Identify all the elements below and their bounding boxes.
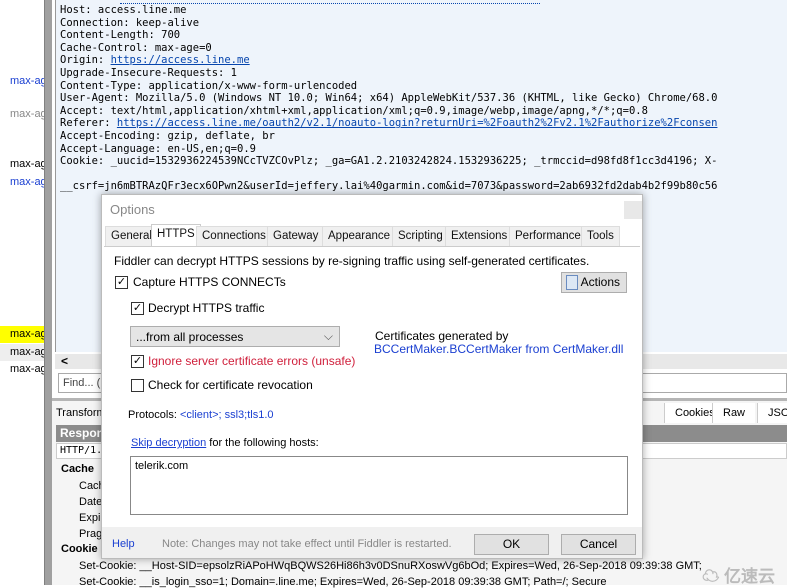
ignore-errors-label: Ignore server certificate errors (unsafe…	[148, 354, 356, 368]
cancel-button[interactable]: Cancel	[561, 534, 636, 555]
tab-appearance[interactable]: Appearance	[322, 226, 397, 246]
tab-gateway[interactable]: Gateway	[267, 226, 325, 246]
tab-https[interactable]: HTTPS	[151, 224, 201, 247]
intro-text: Fiddler can decrypt HTTPS sessions by re…	[114, 254, 590, 268]
header-line: Accept-Language: en-US,en;q=0.9	[60, 142, 256, 155]
set-cookie-key: Set-Cookie:	[79, 560, 137, 572]
header-line: Accept: text/html,application/xhtml+xml,…	[60, 104, 648, 117]
process-filter-select[interactable]: ...from all processes ⌵	[130, 326, 340, 347]
certificate-icon	[566, 275, 578, 290]
ok-button[interactable]: OK	[474, 534, 549, 555]
set-cookie-row[interactable]: Set-Cookie: __is_login_sso=1; Domain=.li…	[79, 576, 607, 588]
session-row[interactable]: max-ag	[0, 326, 46, 343]
header-line: Cache-Control: max-age=0	[60, 41, 212, 54]
tab-json[interactable]: JSO	[757, 403, 787, 423]
cert-maker-link[interactable]: BCCertMaker.BCCertMaker from CertMaker.d…	[374, 342, 623, 356]
revocation-label: Check for certificate revocation	[148, 378, 313, 392]
header-line: Host: access.line.me	[60, 4, 187, 16]
set-cookie-value: __is_login_sso=1; Domain=.line.me; Expir…	[139, 576, 607, 588]
decrypt-checkbox[interactable]: ✓	[131, 302, 144, 315]
referer-line: Referer: https://access.line.me/oauth2/v…	[60, 117, 787, 130]
capture-checkbox[interactable]: ✓	[115, 276, 128, 289]
close-button[interactable]	[624, 201, 642, 219]
set-cookie-key: Set-Cookie:	[79, 576, 137, 588]
origin-line: Origin: https://access.line.me	[60, 54, 787, 67]
origin-label: Origin:	[60, 54, 111, 67]
tree-group-cache[interactable]: Cache	[61, 463, 94, 475]
skip-decryption-link[interactable]: Skip decryption	[131, 437, 206, 449]
splitter[interactable]	[44, 0, 52, 585]
set-cookie-row[interactable]: Set-Cookie: __Host-SID=epsolzRiAPoHWqBQW…	[79, 560, 702, 572]
chevron-down-icon: ⌵	[323, 329, 333, 343]
tree-item[interactable]: Prag	[79, 528, 102, 540]
scroll-left-icon[interactable]: <	[55, 354, 68, 368]
protocols-link[interactable]: <client>; ssl3;tls1.0	[180, 409, 274, 421]
dialog-title: Options	[110, 202, 155, 217]
skip-row: Skip decryption for the following hosts:	[131, 437, 319, 449]
cert-label: Certificates generated by	[375, 329, 509, 343]
header-line: Upgrade-Insecure-Requests: 1	[60, 66, 238, 79]
tab-general[interactable]: General	[105, 226, 158, 246]
tab-extensions[interactable]: Extensions	[445, 226, 514, 246]
dialog-footer: Help Note: Changes may not take effect u…	[102, 527, 642, 558]
tree-item[interactable]: Date	[79, 496, 102, 508]
origin-link[interactable]: https://access.line.me	[111, 54, 250, 66]
options-dialog: Options General HTTPS Connections Gatewa…	[101, 194, 643, 559]
help-link[interactable]: Help	[112, 538, 135, 550]
session-row[interactable]: max-ag	[0, 361, 46, 378]
revocation-checkbox[interactable]	[131, 379, 144, 392]
session-row[interactable]: max-ag	[0, 106, 46, 123]
watermark-logo: ☁ 亿速云	[702, 567, 775, 586]
tree-item[interactable]: Expi	[79, 512, 100, 524]
header-line: User-Agent: Mozilla/5.0 (Windows NT 10.0…	[60, 92, 718, 105]
tab-scripting[interactable]: Scripting	[392, 226, 449, 246]
session-row[interactable]: max-ag	[0, 73, 46, 90]
restart-note: Note: Changes may not take effect until …	[162, 538, 452, 550]
session-list: max-ag max-ag max-ag max-ag max-ag max-ag max-…	[0, 0, 46, 585]
capture-label: Capture HTTPS CONNECTs	[133, 275, 286, 289]
header-line: Cookie: _uucid=1532936224539NCcTVZCOvPlz…	[60, 155, 718, 168]
decrypt-label: Decrypt HTTPS traffic	[148, 301, 265, 315]
ignore-errors-checkbox[interactable]: ✓	[131, 355, 144, 368]
header-line: Content-Length: 700	[60, 29, 181, 42]
set-cookie-value: __Host-SID=epsolzRiAPoHWqBQWS26Hi86h3v0D…	[139, 560, 702, 572]
referer-link[interactable]: https://access.line.me/oauth2/v2.1/noaut…	[117, 117, 718, 129]
session-row[interactable]: max-ag	[0, 344, 46, 361]
request-body: __csrf=jn6mBTRAzQFr3ecx6OPwn2&userId=jef…	[60, 179, 718, 192]
tab-performance[interactable]: Performance	[509, 226, 587, 246]
actions-button[interactable]: Actions	[561, 272, 627, 293]
referer-label: Referer:	[60, 117, 117, 130]
session-row[interactable]: max-ag	[0, 174, 46, 191]
header-line: Connection: keep-alive	[60, 16, 200, 29]
tab-connections[interactable]: Connections	[196, 226, 272, 246]
skip-hosts-textarea[interactable]: telerik.com	[130, 456, 628, 515]
session-row[interactable]: max-ag	[0, 156, 46, 173]
header-line: Accept-Encoding: gzip, deflate, br	[60, 129, 275, 142]
tab-raw[interactable]: Raw	[712, 403, 756, 423]
header-line: Content-Type: application/x-www-form-url…	[60, 79, 358, 92]
tree-group-cookies[interactable]: Cookie	[61, 543, 98, 555]
protocols-row: Protocols: <client>; ssl3;tls1.0	[128, 409, 274, 421]
tab-tools[interactable]: Tools	[581, 226, 620, 246]
